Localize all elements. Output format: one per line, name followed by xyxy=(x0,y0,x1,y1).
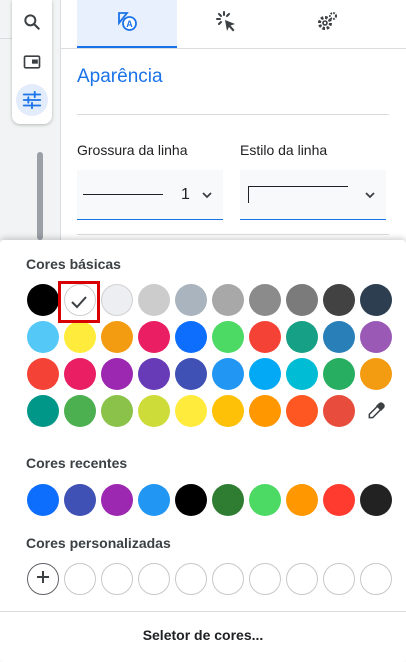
left-toolbar xyxy=(12,0,52,124)
settings-gear-icon xyxy=(315,10,339,39)
line-style-preview xyxy=(248,186,348,203)
svg-text:A: A xyxy=(126,19,133,29)
panel-tabs: A xyxy=(77,0,377,48)
recent-color-swatch[interactable] xyxy=(249,484,281,516)
recent-color-swatch[interactable] xyxy=(175,484,207,516)
custom-color-slot[interactable] xyxy=(64,563,96,595)
custom-colors-title: Cores personalizadas xyxy=(26,535,171,551)
custom-color-slot[interactable] xyxy=(175,563,207,595)
custom-color-slot[interactable] xyxy=(249,563,281,595)
basic-color-swatch[interactable] xyxy=(323,321,355,353)
basic-color-swatch[interactable] xyxy=(101,358,133,390)
line-preview xyxy=(83,194,163,195)
eyedropper-icon[interactable] xyxy=(360,395,392,427)
basic-color-swatch[interactable] xyxy=(286,321,318,353)
recent-color-swatch[interactable] xyxy=(138,484,170,516)
basic-color-swatch[interactable] xyxy=(360,284,392,316)
basic-color-swatch[interactable] xyxy=(286,358,318,390)
basic-color-swatch[interactable] xyxy=(175,284,207,316)
recent-color-swatch[interactable] xyxy=(212,484,244,516)
tab-interaction[interactable] xyxy=(177,0,277,48)
basic-color-swatch[interactable] xyxy=(212,284,244,316)
basic-colors-title: Cores básicas xyxy=(26,256,121,272)
basic-color-swatch[interactable] xyxy=(101,395,133,427)
recent-color-swatch[interactable] xyxy=(286,484,318,516)
basic-color-swatch[interactable] xyxy=(249,284,281,316)
basic-color-swatch[interactable] xyxy=(212,395,244,427)
plus-icon xyxy=(35,569,51,590)
custom-color-slot[interactable] xyxy=(212,563,244,595)
line-style-select[interactable] xyxy=(240,170,386,220)
basic-color-swatch[interactable] xyxy=(249,358,281,390)
line-thickness-value: 1 xyxy=(181,186,190,203)
chevron-down-icon xyxy=(201,188,213,206)
basic-color-swatch[interactable] xyxy=(360,358,392,390)
recent-color-swatch[interactable] xyxy=(360,484,392,516)
custom-color-slot[interactable] xyxy=(360,563,392,595)
chevron-down-icon xyxy=(364,188,376,206)
basic-color-swatch[interactable] xyxy=(323,358,355,390)
add-custom-color-button[interactable] xyxy=(27,563,59,595)
custom-color-slot[interactable] xyxy=(101,563,133,595)
field-divider xyxy=(77,234,389,235)
tab-settings[interactable] xyxy=(277,0,377,48)
section-title: Aparência xyxy=(77,66,163,87)
basic-color-swatch[interactable] xyxy=(64,321,96,353)
basic-color-swatch[interactable] xyxy=(249,321,281,353)
tab-appearance[interactable]: A xyxy=(77,0,177,48)
recent-color-swatch[interactable] xyxy=(64,484,96,516)
basic-color-swatch[interactable] xyxy=(175,395,207,427)
custom-color-slot[interactable] xyxy=(286,563,318,595)
search-icon[interactable] xyxy=(16,6,48,38)
line-thickness-label: Grossura da linha xyxy=(77,142,188,158)
tabs-divider xyxy=(61,48,406,49)
basic-color-swatch[interactable] xyxy=(323,395,355,427)
custom-color-slot[interactable] xyxy=(323,563,355,595)
custom-color-slot[interactable] xyxy=(138,563,170,595)
check-icon xyxy=(69,292,89,317)
basic-color-swatch[interactable] xyxy=(27,358,59,390)
basic-color-swatch[interactable] xyxy=(212,358,244,390)
basic-color-swatch[interactable] xyxy=(286,395,318,427)
recent-color-swatch[interactable] xyxy=(27,484,59,516)
recent-color-swatch[interactable] xyxy=(101,484,133,516)
basic-color-swatch[interactable] xyxy=(101,321,133,353)
basic-color-swatch[interactable] xyxy=(212,321,244,353)
basic-color-swatch[interactable] xyxy=(138,284,170,316)
line-style-label: Estilo da linha xyxy=(240,142,328,158)
line-thickness-select[interactable]: 1 xyxy=(77,170,223,220)
click-cursor-icon xyxy=(215,10,239,39)
basic-color-swatch[interactable] xyxy=(360,321,392,353)
basic-color-swatch[interactable] xyxy=(175,321,207,353)
basic-color-swatch[interactable] xyxy=(27,395,59,427)
basic-color-swatch[interactable] xyxy=(175,358,207,390)
scrollbar[interactable] xyxy=(37,152,43,240)
basic-color-swatch[interactable] xyxy=(64,395,96,427)
recent-color-swatch[interactable] xyxy=(323,484,355,516)
format-shape-icon: A xyxy=(115,9,139,38)
basic-color-swatch[interactable] xyxy=(101,284,133,316)
left-divider xyxy=(0,38,12,39)
basic-color-swatch[interactable] xyxy=(138,395,170,427)
basic-color-swatch[interactable] xyxy=(64,358,96,390)
basic-color-swatch[interactable] xyxy=(249,395,281,427)
left-strip xyxy=(0,0,60,240)
recent-colors-title: Cores recentes xyxy=(26,455,128,471)
basic-color-swatch[interactable] xyxy=(138,321,170,353)
basic-color-swatch[interactable] xyxy=(138,358,170,390)
properties-panel: A Aparência Grossura da linha 1 Estilo d… xyxy=(60,0,406,240)
basic-color-swatch[interactable] xyxy=(27,284,59,316)
picture-in-picture-icon[interactable] xyxy=(16,46,48,78)
basic-color-swatch[interactable] xyxy=(27,321,59,353)
basic-color-swatch[interactable] xyxy=(286,284,318,316)
sliders-icon[interactable] xyxy=(16,84,48,116)
basic-color-swatch[interactable] xyxy=(323,284,355,316)
color-picker-button[interactable]: Seletor de cores... xyxy=(0,612,406,658)
section-divider xyxy=(77,114,389,115)
